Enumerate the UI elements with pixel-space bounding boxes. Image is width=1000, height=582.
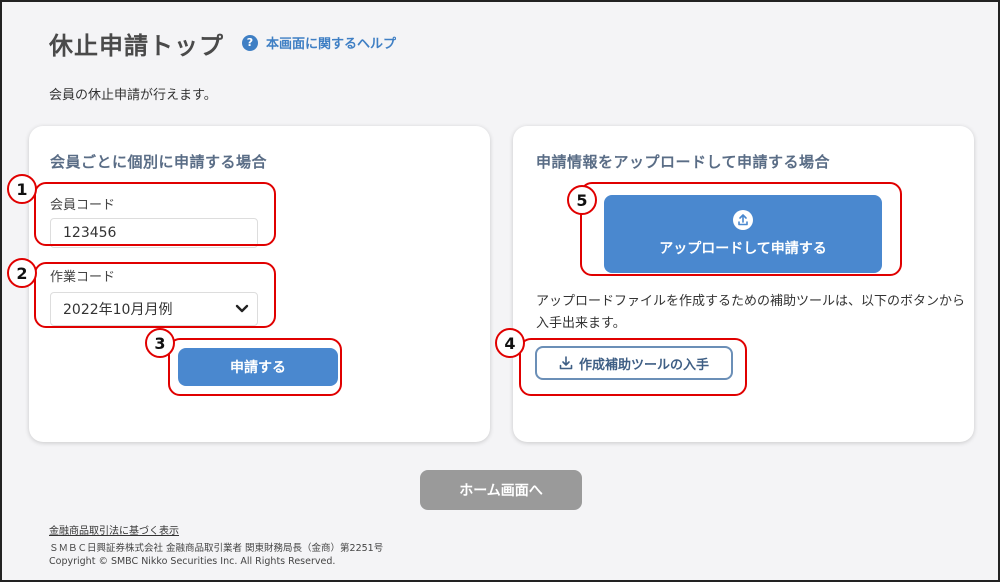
company-info: ＳＭＢＣ日興証券株式会社 金融商品取引業者 関東財務局長（金商）第2251号 bbox=[49, 543, 384, 554]
upload-card-title: 申請情報をアップロードして申請する場合 bbox=[536, 153, 831, 171]
help-link-group[interactable]: ? 本画面に関するヘルプ bbox=[242, 33, 396, 52]
annotation-box-4 bbox=[519, 338, 747, 396]
individual-card-title: 会員ごとに個別に申請する場合 bbox=[50, 153, 268, 171]
annotation-badge-3: 3 bbox=[145, 328, 175, 358]
legal-notice-link[interactable]: 金融商品取引法に基づく表示 bbox=[49, 522, 179, 537]
upload-description: アップロードファイルを作成するための補助ツールは、以下のボタンから入手出来ます。 bbox=[536, 294, 966, 331]
page-title: 休止申請トップ bbox=[49, 32, 224, 60]
page-description: 会員の休止申請が行えます。 bbox=[49, 88, 217, 103]
annotation-badge-2: 2 bbox=[7, 258, 37, 288]
page-frame: 休止申請トップ ? 本画面に関するヘルプ 会員の休止申請が行えます。 会員ごとに… bbox=[0, 0, 1000, 582]
annotation-box-3 bbox=[168, 338, 342, 396]
help-icon[interactable]: ? bbox=[242, 34, 258, 51]
annotation-badge-1: 1 bbox=[7, 174, 37, 204]
annotation-box-5 bbox=[580, 182, 902, 276]
help-link[interactable]: 本画面に関するヘルプ bbox=[266, 33, 396, 52]
annotation-box-2 bbox=[34, 262, 276, 328]
annotation-badge-4: 4 bbox=[495, 328, 525, 358]
copyright: Copyright © SMBC Nikko Securities Inc. A… bbox=[49, 556, 336, 567]
annotation-box-1 bbox=[34, 182, 276, 246]
home-button[interactable]: ホーム画面へ bbox=[420, 470, 582, 510]
annotation-badge-5: 5 bbox=[567, 185, 597, 215]
